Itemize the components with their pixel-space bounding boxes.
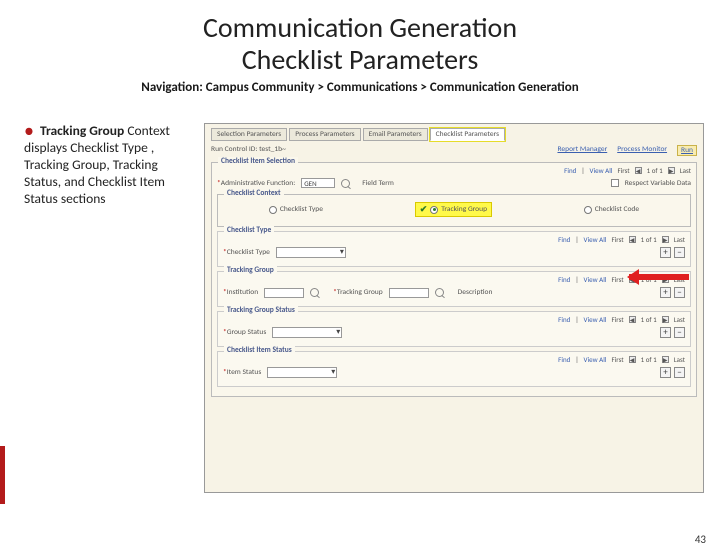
- sub-tracking-group-title: Tracking Group: [224, 266, 277, 275]
- nav-next-icon[interactable]: ▶: [668, 167, 675, 174]
- institution-label: Institution: [223, 288, 258, 297]
- radio-checklist-type[interactable]: Checklist Type: [269, 205, 323, 214]
- remove-row-button[interactable]: −: [674, 247, 685, 258]
- sub-tracking-group-status: Tracking Group Status Find| View All Fir…: [217, 311, 691, 347]
- group-title: Checklist Item Selection: [218, 157, 298, 166]
- slide-accent-bar: [0, 446, 5, 504]
- check-icon: ✔: [420, 204, 428, 215]
- add-row-button[interactable]: +: [660, 327, 671, 338]
- run-control-row: Run Control ID: test_1b~ Report Manager …: [211, 145, 697, 156]
- lookup-icon[interactable]: [435, 288, 444, 297]
- sub-checklist-type-title: Checklist Type: [224, 226, 274, 235]
- breadcrumb: Navigation: Campus Community > Communica…: [0, 80, 720, 95]
- respect-variable-label: Respect Variable Data: [625, 179, 691, 188]
- lookup-icon[interactable]: [310, 288, 319, 297]
- radio-checklist-code[interactable]: Checklist Code: [584, 205, 639, 214]
- nav-prev-icon[interactable]: ◀: [635, 167, 642, 174]
- nav-count: 1 of 1: [647, 166, 663, 175]
- findbar-status: Find| View All First ◀ 1 of 1 ▶ Last: [223, 315, 685, 324]
- findbar-main: Find | View All First ◀ 1 of 1 ▶ Last: [217, 166, 691, 175]
- checklist-type-label: Checklist Type: [223, 248, 270, 257]
- findbar-item: Find| View All First ◀ 1 of 1 ▶ Last: [223, 355, 685, 364]
- nav-first[interactable]: First: [617, 166, 629, 175]
- findbar-group: Find| View All First ◀ 1 of 1 ▶ Last: [223, 275, 685, 284]
- add-row-button[interactable]: +: [660, 367, 671, 378]
- slide-title: Communication Generation Checklist Param…: [0, 12, 720, 76]
- sub-tracking-group-status-title: Tracking Group Status: [224, 306, 298, 315]
- run-button[interactable]: Run: [677, 145, 697, 156]
- admin-function-label: Administrative Function:: [217, 179, 295, 188]
- remove-row-button[interactable]: −: [674, 327, 685, 338]
- content-area: • Tracking Group Context displays Checkl…: [0, 123, 720, 493]
- link-report-manager[interactable]: Report Manager: [557, 145, 607, 156]
- sub-checklist-item-status-title: Checklist Item Status: [224, 346, 295, 355]
- tab-selection-parameters[interactable]: Selection Parameters: [211, 128, 287, 141]
- link-find[interactable]: Find: [564, 166, 576, 175]
- field-term-label: Field Term: [362, 179, 394, 188]
- tracking-group-label: Tracking Group: [333, 288, 383, 297]
- tab-email-parameters[interactable]: Email Parameters: [363, 128, 428, 141]
- respect-variable-checkbox[interactable]: [611, 179, 619, 187]
- tracking-group-input[interactable]: [389, 288, 429, 298]
- sub-checklist-item-status: Checklist Item Status Find| View All Fir…: [217, 351, 691, 387]
- item-status-label: Item Status: [223, 368, 261, 377]
- checklist-type-select[interactable]: [276, 247, 346, 258]
- run-control-label: Run Control ID:: [211, 145, 257, 154]
- group-status-select[interactable]: [272, 327, 342, 338]
- tab-strip: Selection Parameters Process Parameters …: [211, 128, 697, 141]
- run-control-value: test_1b~: [259, 145, 286, 154]
- tab-checklist-parameters[interactable]: Checklist Parameters: [430, 128, 505, 141]
- lookup-icon[interactable]: [341, 179, 350, 188]
- bullet-column: • Tracking Group Context displays Checkl…: [24, 123, 204, 493]
- nav-last[interactable]: Last: [680, 166, 691, 175]
- radio-tracking-group[interactable]: ✔ Tracking Group: [415, 202, 492, 217]
- sub-checklist-type: Checklist Type Find| View All First ◀ 1 …: [217, 231, 691, 267]
- item-status-select[interactable]: [267, 367, 337, 378]
- add-row-button[interactable]: +: [660, 287, 671, 298]
- context-title: Checklist Context: [224, 189, 284, 198]
- link-view-all[interactable]: View All: [590, 166, 613, 175]
- app-panel: Selection Parameters Process Parameters …: [204, 123, 704, 493]
- group-status-label: Group Status: [223, 328, 266, 337]
- findbar-type: Find| View All First ◀ 1 of 1 ▶ Last: [223, 235, 685, 244]
- add-row-button[interactable]: +: [660, 247, 671, 258]
- description-label: Description: [458, 288, 493, 297]
- remove-row-button[interactable]: −: [674, 367, 685, 378]
- bullet-dot-icon: •: [24, 123, 34, 139]
- bullet-lead: Tracking Group: [40, 122, 124, 139]
- institution-input[interactable]: [264, 288, 304, 298]
- tab-process-parameters[interactable]: Process Parameters: [289, 128, 360, 141]
- group-checklist-context: Checklist Context Checklist Type ✔ Track…: [217, 194, 691, 227]
- link-process-monitor[interactable]: Process Monitor: [617, 145, 667, 156]
- remove-row-button[interactable]: −: [674, 287, 685, 298]
- admin-function-input[interactable]: GEN: [301, 178, 335, 188]
- annotation-arrow-icon: [629, 274, 689, 280]
